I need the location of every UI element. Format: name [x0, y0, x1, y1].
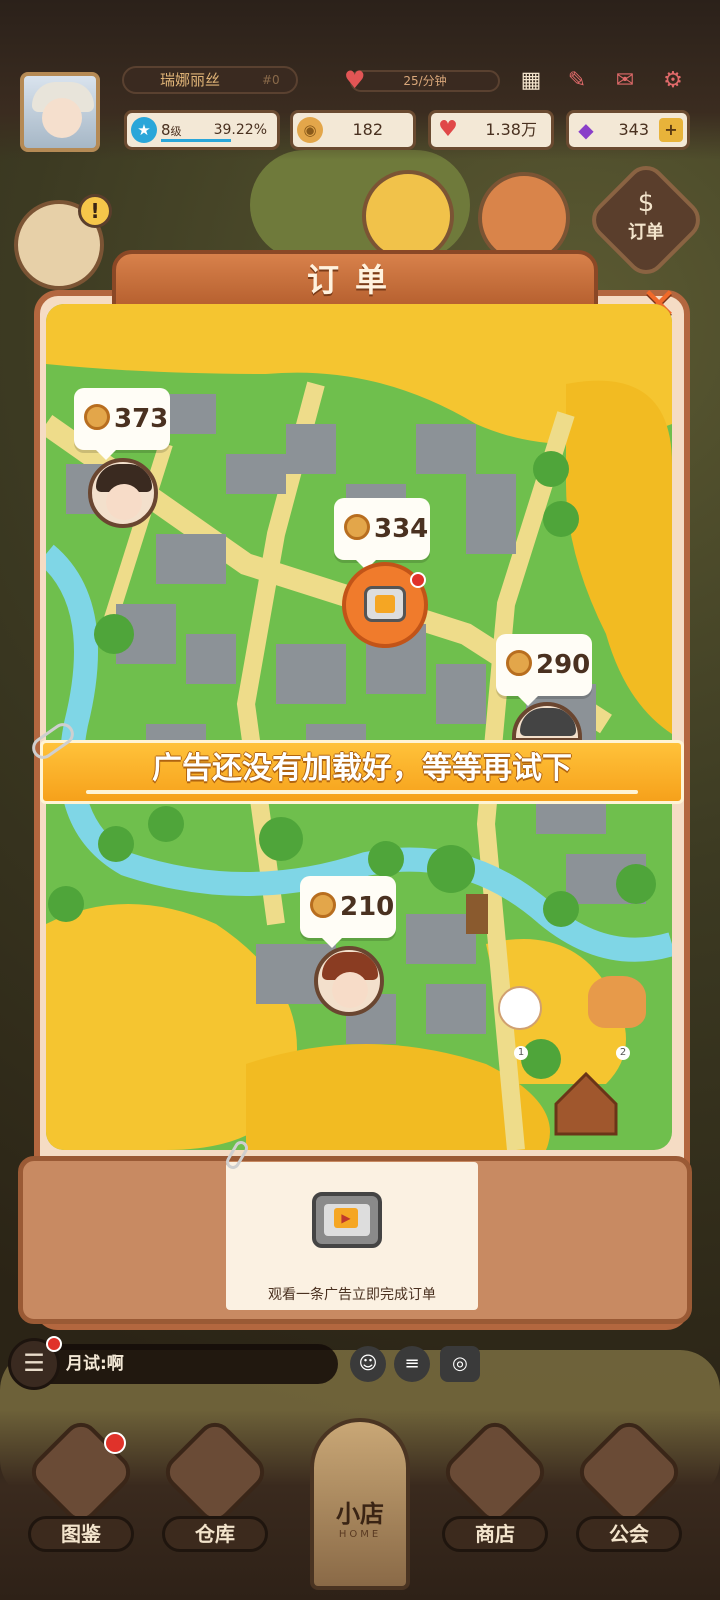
- play-icon: ▶: [334, 1208, 358, 1228]
- nav-item-shop[interactable]: 商店: [438, 1415, 552, 1582]
- order-bubble-1[interactable]: 373: [74, 388, 170, 460]
- level-unit: 级: [170, 125, 182, 138]
- message-icon[interactable]: ≡: [394, 1346, 430, 1382]
- order-panel-title: 订单: [306, 261, 403, 299]
- nav-badge: [104, 1432, 126, 1454]
- coin-icon: ◉: [297, 117, 323, 143]
- pet-label-1: 1: [514, 1046, 528, 1060]
- notification-dot: [410, 572, 426, 588]
- order-reward: 373: [114, 404, 169, 434]
- heart-icon: ♥: [438, 117, 458, 142]
- guild-people-icon: [572, 1415, 686, 1529]
- customer-hair: [520, 708, 576, 736]
- nav-item-guild[interactable]: 公会: [572, 1415, 686, 1582]
- coin-icon: [344, 514, 370, 540]
- nav-label: 图鉴: [28, 1516, 134, 1552]
- book-icon: [24, 1415, 138, 1529]
- chat-notification-dot: [46, 1336, 62, 1352]
- customer-face: [106, 484, 142, 520]
- customer-face: [332, 972, 368, 1008]
- camera-icon[interactable]: ◎: [440, 1346, 480, 1382]
- order-bubble-4[interactable]: 210: [300, 876, 396, 948]
- home-label: 小店: [336, 1500, 384, 1528]
- coin-count: 182: [352, 120, 383, 139]
- order-reward: 210: [340, 892, 395, 922]
- tv-gift-button[interactable]: [362, 170, 454, 262]
- alert-badge: !: [78, 194, 112, 228]
- settings-gear-icon[interactable]: ⚙: [656, 64, 690, 98]
- nav-item-encyclopedia[interactable]: 图鉴: [24, 1415, 138, 1582]
- order-bubble-3[interactable]: 290: [496, 634, 592, 706]
- calendar-icon[interactable]: ▦: [514, 64, 548, 98]
- order-reward: 290: [536, 650, 591, 680]
- chat-message: 月试:啊: [66, 1354, 124, 1374]
- gem-stat[interactable]: ◆ 343 +: [566, 110, 690, 150]
- play-icon: [375, 595, 395, 613]
- nav-label: 公会: [576, 1516, 682, 1552]
- add-gems-button[interactable]: +: [659, 118, 683, 142]
- player-name: 瑞娜丽丝: [160, 71, 221, 89]
- coin-icon: [310, 892, 336, 918]
- heart-stat[interactable]: ♥ 1.38万: [428, 110, 554, 150]
- dog-pet[interactable]: [588, 976, 646, 1028]
- pet-label-2: 2: [616, 1046, 630, 1060]
- star-level-icon: ★: [131, 117, 157, 143]
- nav-label: 仓库: [162, 1516, 268, 1552]
- mail-icon[interactable]: ✉: [608, 64, 642, 98]
- player-name-pill[interactable]: 瑞娜丽丝 #0: [122, 66, 298, 94]
- order-bubble-2[interactable]: 334: [334, 498, 430, 570]
- shop-icon: [438, 1415, 552, 1529]
- watch-ad-caption: 观看一条广告立即完成订单: [268, 1287, 436, 1303]
- energy-rate: 25/分钟: [350, 70, 500, 92]
- avatar-face: [42, 98, 82, 138]
- player-avatar[interactable]: [20, 72, 100, 152]
- dollar-document-icon: $: [637, 188, 655, 218]
- home-sublabel: HOME: [338, 1529, 382, 1540]
- coin-icon: [84, 404, 110, 430]
- gem-icon: ◆: [578, 118, 594, 142]
- energy-heart-icon: ♥: [344, 66, 366, 94]
- level-progress-bar: [161, 139, 231, 142]
- nav-label: 商店: [442, 1516, 548, 1552]
- order-button-label: 订单: [628, 222, 664, 243]
- emoji-icon[interactable]: ☺: [350, 1346, 386, 1382]
- gem-count: 343: [618, 120, 649, 139]
- tv-icon: ▶: [312, 1192, 382, 1248]
- level-number: 8级: [161, 113, 182, 149]
- cat-pet[interactable]: [498, 986, 542, 1030]
- heart-count: 1.38万: [485, 120, 537, 139]
- coin-stat[interactable]: ◉ 182: [290, 110, 416, 150]
- player-id: #0: [262, 73, 280, 87]
- nav-item-warehouse[interactable]: 仓库: [158, 1415, 272, 1582]
- tv-icon: [364, 586, 406, 622]
- level-value: 8: [161, 121, 171, 139]
- broom-icon[interactable]: ✎: [560, 64, 594, 98]
- toast-message: 广告还没有加载好，等等再试下: [152, 751, 572, 786]
- coin-icon: [506, 650, 532, 676]
- nav-item-home[interactable]: 小店 HOME: [310, 1418, 410, 1590]
- customer-pin-1[interactable]: [88, 458, 158, 528]
- customer-pin-4[interactable]: [314, 946, 384, 1016]
- box-icon: [158, 1415, 272, 1529]
- level-stat[interactable]: ★ 8级 39.22%: [124, 110, 280, 150]
- order-reward: 334: [374, 514, 429, 544]
- order-button[interactable]: $ 订单: [602, 176, 690, 264]
